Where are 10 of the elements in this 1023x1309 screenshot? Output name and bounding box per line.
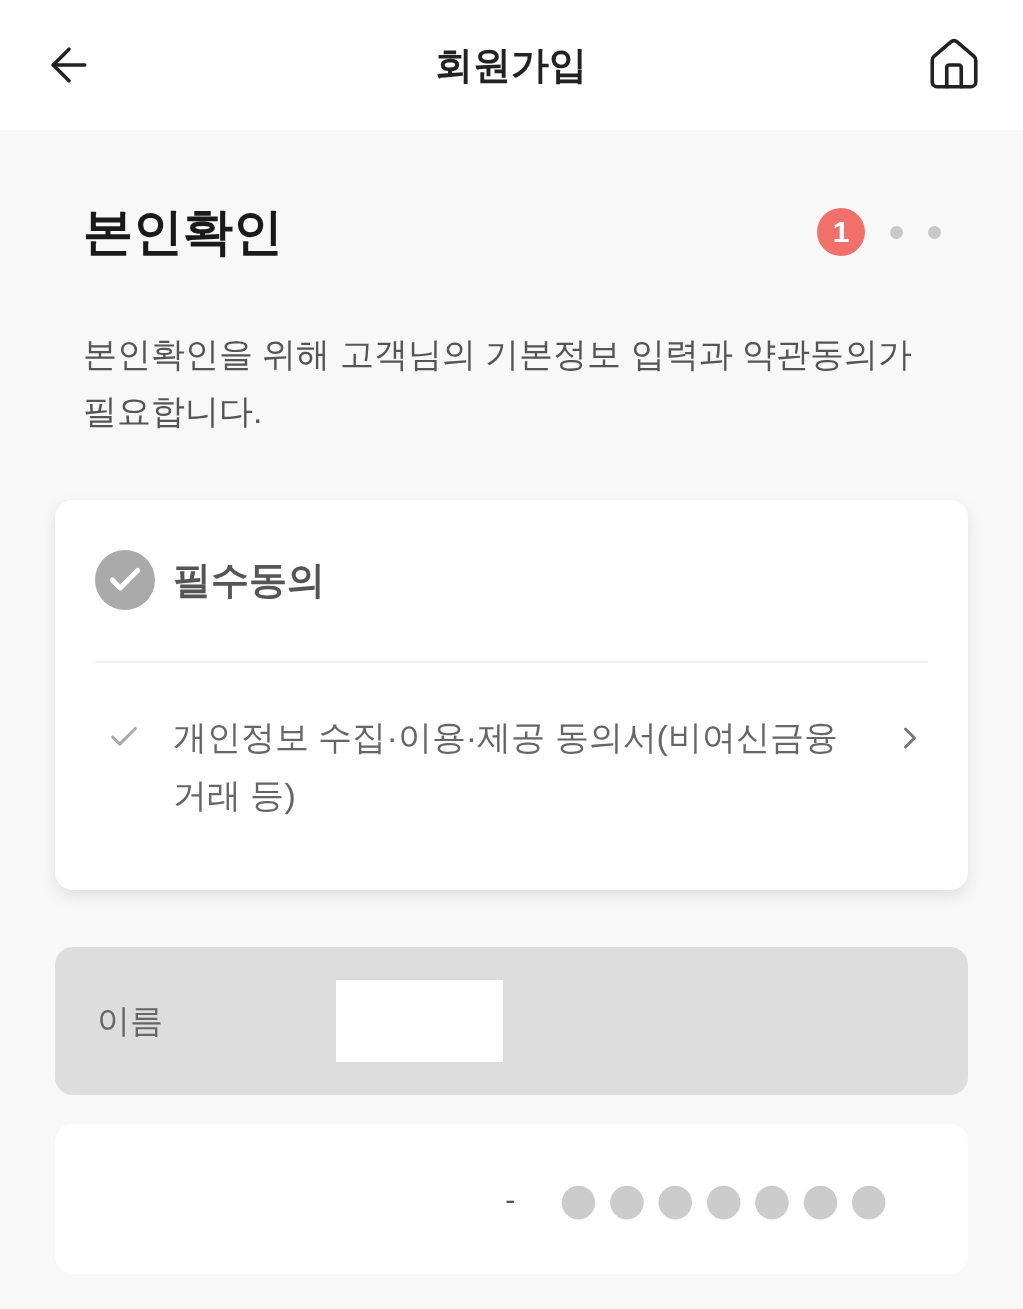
description-text: 본인확인을 위해 고객님의 기본정보 입력과 약관동의가 필요합니다.: [83, 334, 914, 432]
agreement-item-label[interactable]: 개인정보 수집·이용·제공 동의서(비여신금융 거래 등): [173, 708, 873, 824]
masked-digits: ●●●●●●●: [559, 1177, 898, 1221]
separator-text: -: [505, 1181, 516, 1218]
page-title: 회원가입: [434, 42, 587, 88]
input-field[interactable]: - ●●●●●●●: [55, 1124, 968, 1274]
current-step-badge: 1: [817, 208, 865, 256]
field-label: 이름: [97, 1001, 164, 1042]
agreement-title: 필수동의: [173, 557, 325, 603]
section-heading: 본인확인: [83, 203, 283, 262]
